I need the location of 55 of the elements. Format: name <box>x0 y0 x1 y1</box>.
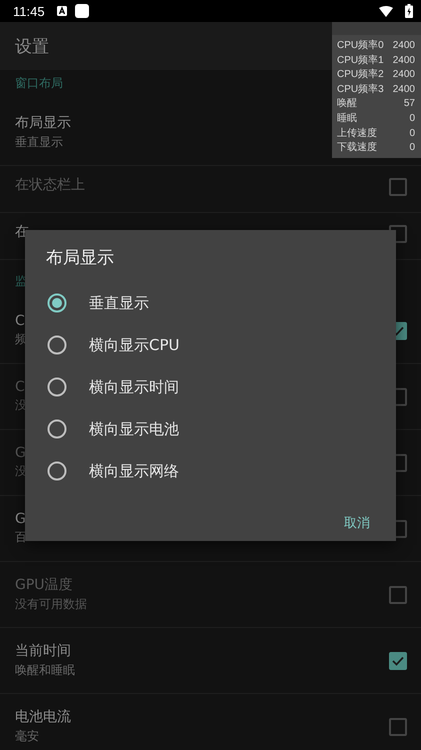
setting-title: 在状态栏上 <box>15 176 85 194</box>
option-label[interactable]: 横向显示时间 <box>89 378 179 396</box>
stat-value: 0 <box>408 141 415 156</box>
stat-label: CPU频率1 <box>337 54 385 68</box>
stat-label: 睡眠 <box>337 112 358 126</box>
stat-label: CPU频率2 <box>337 68 385 82</box>
stat-value: 2400 <box>392 54 415 68</box>
radio-button[interactable] <box>47 377 67 397</box>
stat-value: 57 <box>402 97 415 112</box>
setting-title: C <box>15 313 25 329</box>
wifi-icon <box>379 6 393 16</box>
radio-button[interactable] <box>47 335 67 355</box>
stat-label: 唤醒 <box>337 97 358 112</box>
setting-title: G <box>15 511 26 527</box>
notification-icon <box>74 4 89 18</box>
option-label[interactable]: 横向显示网络 <box>89 462 179 480</box>
checkbox[interactable] <box>389 652 407 670</box>
stat-value: 2400 <box>392 39 415 53</box>
cancel-button[interactable]: 取消 <box>342 508 372 538</box>
setting-title: GPU温度 <box>15 576 73 594</box>
setting-summary: 毫安 <box>15 728 39 745</box>
setting-title: 电池电流 <box>15 708 71 726</box>
setting-summary: 唤醒和睡眠 <box>15 662 75 679</box>
checkbox[interactable] <box>389 718 407 736</box>
stat-value: 2400 <box>392 68 415 82</box>
radio-button[interactable] <box>47 293 67 313</box>
notification-icon <box>56 6 67 16</box>
battery-charging-icon <box>405 4 413 18</box>
section-header: 监 <box>15 273 27 290</box>
page-title: 设置 <box>15 36 49 58</box>
stat-value: 0 <box>408 112 415 126</box>
setting-summary: 垂直显示 <box>15 134 63 151</box>
radio-button[interactable] <box>47 419 67 439</box>
setting-summary: 没有可用数据 <box>15 596 87 613</box>
setting-item[interactable]: 当前时间 唤醒和睡眠 <box>0 628 421 694</box>
setting-title: 当前时间 <box>15 642 71 660</box>
stat-label: 下载速度 <box>337 141 378 156</box>
stat-label: CPU频率3 <box>337 82 385 97</box>
stat-value: 0 <box>408 126 415 141</box>
setting-summary: 百 <box>15 529 27 546</box>
stat-value: 2400 <box>392 82 415 97</box>
section-header: 窗口布局 <box>15 75 63 92</box>
setting-title: 布局显示 <box>15 114 71 132</box>
stat-label: 上传速度 <box>337 126 378 141</box>
setting-title: G <box>15 445 26 461</box>
option-label[interactable]: 横向显示电池 <box>89 420 179 438</box>
option-label[interactable]: 垂直显示 <box>89 294 149 312</box>
setting-item[interactable]: 电池电流 毫安 <box>0 694 421 750</box>
stat-label: CPU频率0 <box>337 39 385 53</box>
option-label[interactable]: 横向显示CPU <box>89 336 180 354</box>
setting-title: C <box>15 379 25 395</box>
status-time: 11:45 <box>13 4 45 18</box>
check-icon <box>392 656 404 666</box>
radio-button[interactable] <box>47 461 67 481</box>
dialog-title: 布局显示 <box>46 247 115 270</box>
